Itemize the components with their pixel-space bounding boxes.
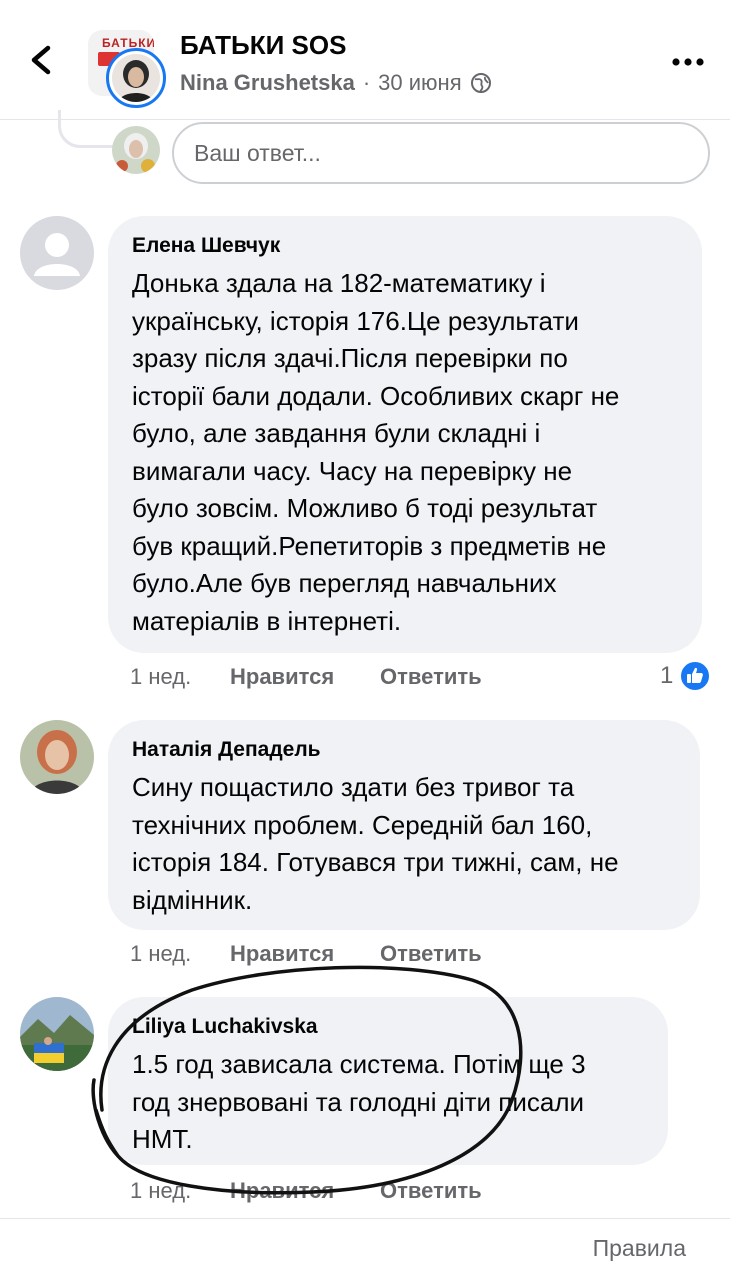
comment-time[interactable]: 1 нед.	[130, 1178, 230, 1204]
comment-author[interactable]: Liliya Luchakivska	[132, 1013, 646, 1041]
author-avatar[interactable]	[106, 48, 166, 108]
comment-time[interactable]: 1 нед.	[130, 941, 230, 967]
commenter-avatar[interactable]	[20, 216, 94, 290]
comment-actions: 1 нед. Нравится Ответить	[130, 1178, 482, 1204]
comment-text: Донька здала на 182-математику і українс…	[132, 268, 620, 636]
reaction-summary[interactable]: 1	[660, 660, 712, 692]
comment-actions: 1 нед. Нравится Ответить	[130, 941, 482, 967]
author-photo	[112, 54, 160, 102]
user-photo	[112, 126, 160, 174]
reply-button[interactable]: Ответить	[380, 941, 482, 967]
user-photo	[20, 720, 94, 794]
post-date[interactable]: 30 июня	[378, 70, 461, 96]
comment-bubble: Елена Шевчук Донька здала на 182-математ…	[108, 216, 702, 653]
comment-time[interactable]: 1 нед.	[130, 664, 230, 690]
rules-link[interactable]: Правила	[593, 1235, 686, 1262]
globe-icon	[470, 73, 491, 93]
user-photo	[20, 997, 94, 1071]
comments-page: БАТЬКИ БАТЬКИ SOS Nina Grushetska · 30 и…	[0, 0, 730, 1271]
thumbs-up-icon	[679, 660, 712, 692]
meta-separator: ·	[362, 70, 371, 95]
post-author[interactable]: Nina Grushetska	[180, 70, 355, 96]
comment-bubble: Liliya Luchakivska 1.5 год зависала сист…	[108, 997, 668, 1165]
default-avatar-icon	[20, 216, 94, 290]
like-button[interactable]: Нравится	[230, 664, 380, 690]
reaction-count: 1	[660, 662, 674, 689]
more-dots-icon[interactable]	[668, 52, 708, 72]
commenter-avatar[interactable]	[20, 997, 94, 1071]
post-meta: Nina Grushetska · 30 июня	[180, 70, 492, 96]
comment-author[interactable]: Елена Шевчук	[132, 232, 680, 260]
reply-button[interactable]: Ответить	[380, 1178, 482, 1204]
thread-connector	[58, 110, 118, 148]
comment-text: Сину пощастило здати без тривог та техні…	[132, 772, 619, 915]
post-header: БАТЬКИ БАТЬКИ SOS Nina Grushetska · 30 и…	[0, 0, 730, 120]
comment-actions: 1 нед. Нравится Ответить	[130, 664, 482, 690]
commenter-avatar[interactable]	[20, 720, 94, 794]
group-name[interactable]: БАТЬКИ SOS	[180, 30, 346, 61]
chevron-left-icon[interactable]	[22, 40, 62, 80]
reply-button[interactable]: Ответить	[380, 664, 482, 690]
like-button[interactable]: Нравится	[230, 1178, 380, 1204]
page-footer: Правила	[0, 1218, 730, 1271]
reply-input[interactable]	[172, 122, 710, 184]
comment-author[interactable]: Наталія Депадель	[132, 736, 678, 764]
comment-bubble: Наталія Депадель Сину пощастило здати бе…	[108, 720, 700, 930]
reply-avatar	[112, 126, 160, 174]
comment-text: 1.5 год зависала система. Потім ще 3 год…	[132, 1049, 586, 1154]
like-button[interactable]: Нравится	[230, 941, 380, 967]
